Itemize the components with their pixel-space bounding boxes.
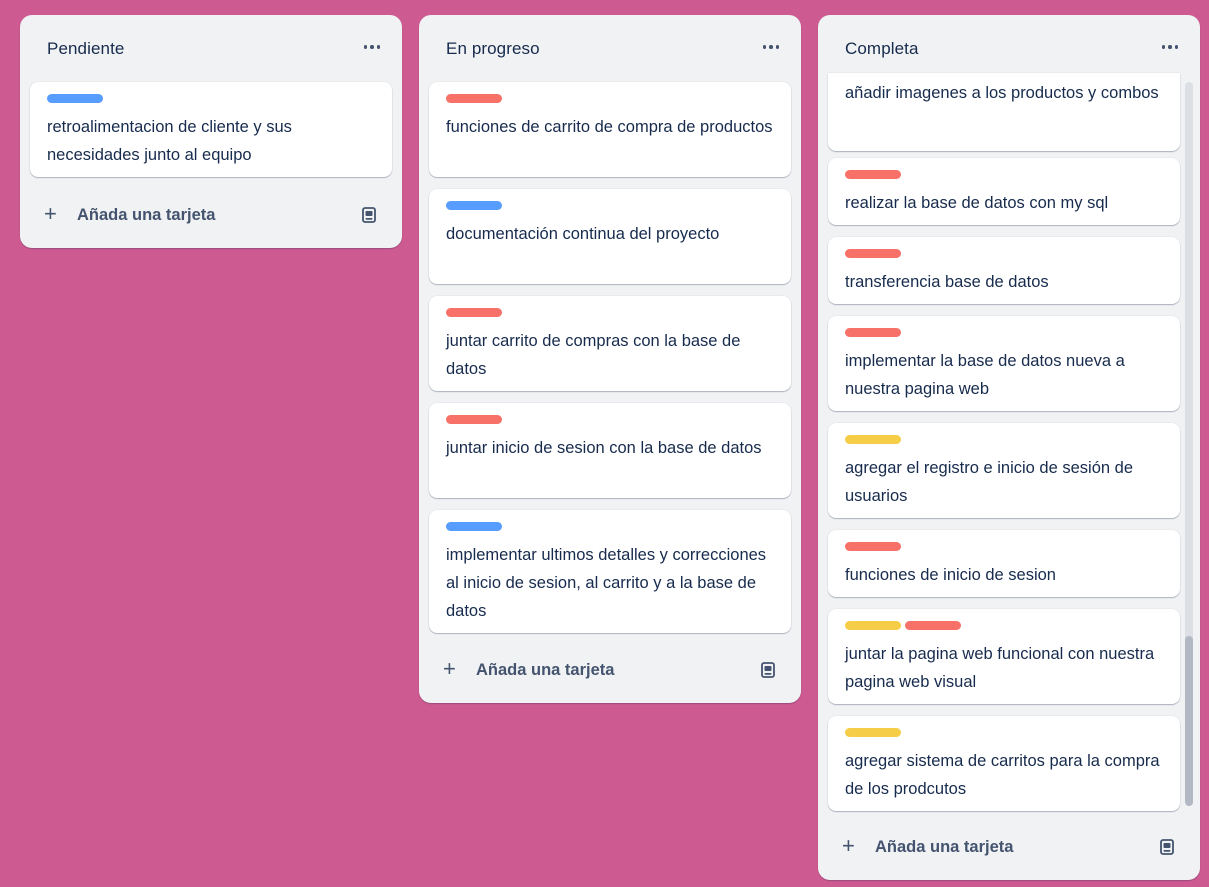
add-card-button[interactable]: + Añada una tarjeta xyxy=(828,829,1190,865)
label-red[interactable] xyxy=(446,94,502,103)
card[interactable]: funciones de carrito de compra de produc… xyxy=(429,82,791,177)
card-template-icon[interactable] xyxy=(1158,838,1176,856)
card-title: agregar sistema de carritos para la comp… xyxy=(845,752,1160,798)
label-red[interactable] xyxy=(446,415,502,424)
card-title: juntar inicio de sesion con la base de d… xyxy=(446,439,762,457)
label-yellow[interactable] xyxy=(845,435,901,444)
list-title[interactable]: Completa xyxy=(845,39,919,59)
card-labels xyxy=(47,94,103,103)
card[interactable]: agregar sistema de carritos para la comp… xyxy=(828,716,1180,811)
card-template-icon[interactable] xyxy=(360,206,378,224)
card-labels xyxy=(446,201,502,210)
card-labels xyxy=(845,249,901,258)
card[interactable]: juntar carrito de compras con la base de… xyxy=(429,296,791,391)
card-labels xyxy=(446,415,502,424)
card[interactable]: implementar la base de datos nueva a nue… xyxy=(828,316,1180,411)
label-blue[interactable] xyxy=(47,94,103,103)
card[interactable]: transferencia base de datos xyxy=(828,237,1180,304)
card-title: funciones de inicio de sesion xyxy=(845,566,1056,584)
card-labels xyxy=(446,94,502,103)
card-template-icon[interactable] xyxy=(759,661,777,679)
card-labels xyxy=(845,170,901,179)
card-labels xyxy=(845,542,901,551)
card[interactable]: retroalimentacion de cliente y sus neces… xyxy=(30,82,392,177)
card-title: implementar la base de datos nueva a nue… xyxy=(845,352,1125,398)
list-title[interactable]: Pendiente xyxy=(47,39,124,59)
card[interactable]: juntar inicio de sesion con la base de d… xyxy=(429,403,791,498)
board: Pendiente retroalimentacion de cliente y… xyxy=(0,0,1209,887)
card[interactable]: juntar la pagina web funcional con nuest… xyxy=(828,609,1180,704)
list-header[interactable]: Pendiente xyxy=(20,15,402,79)
label-red[interactable] xyxy=(845,542,901,551)
card-title: juntar carrito de compras con la base de… xyxy=(446,332,741,378)
card[interactable]: funciones de inicio de sesion xyxy=(828,530,1180,597)
add-card-button[interactable]: + Añada una tarjeta xyxy=(30,197,392,233)
list-en-progreso: En progreso funciones de carrito de comp… xyxy=(419,15,801,703)
card-title: documentación continua del proyecto xyxy=(446,225,720,243)
card[interactable]: realizar la base de datos con my sql xyxy=(828,158,1180,225)
plus-icon: + xyxy=(443,656,456,681)
card-title: transferencia base de datos xyxy=(845,273,1049,291)
card-labels xyxy=(446,308,502,317)
scrollbar-thumb[interactable] xyxy=(1185,636,1193,806)
card[interactable]: implementar ultimos detalles y correccio… xyxy=(429,510,791,633)
label-yellow[interactable] xyxy=(845,728,901,737)
card-labels xyxy=(446,522,502,531)
label-blue[interactable] xyxy=(446,201,502,210)
label-red[interactable] xyxy=(845,249,901,258)
plus-icon: + xyxy=(842,833,855,858)
card-labels xyxy=(845,435,901,444)
card-title: agregar el registro e inicio de sesión d… xyxy=(845,459,1134,505)
ellipsis-icon[interactable] xyxy=(1156,35,1184,59)
card-labels xyxy=(845,328,901,337)
plus-icon: + xyxy=(44,201,57,226)
label-red[interactable] xyxy=(905,621,961,630)
label-red[interactable] xyxy=(446,308,502,317)
label-blue[interactable] xyxy=(446,522,502,531)
card-title: juntar la pagina web funcional con nuest… xyxy=(845,645,1155,691)
card-title: retroalimentacion de cliente y sus neces… xyxy=(47,118,292,164)
card[interactable]: documentación continua del proyecto xyxy=(429,189,791,284)
card-title: realizar la base de datos con my sql xyxy=(845,194,1109,212)
card-title: implementar ultimos detalles y correccio… xyxy=(446,546,767,620)
list-header[interactable]: En progreso xyxy=(419,15,801,79)
add-card-label: Añada una tarjeta xyxy=(875,838,1014,856)
list-pendiente: Pendiente retroalimentacion de cliente y… xyxy=(20,15,402,248)
ellipsis-icon[interactable] xyxy=(757,35,785,59)
list-title[interactable]: En progreso xyxy=(446,39,540,59)
card-labels xyxy=(845,728,901,737)
card[interactable]: añadir imagenes a los productos y combos xyxy=(828,73,1180,151)
card-title: funciones de carrito de compra de produc… xyxy=(446,118,773,136)
label-red[interactable] xyxy=(845,328,901,337)
add-card-button[interactable]: + Añada una tarjeta xyxy=(429,652,791,688)
list-scrollbar[interactable] xyxy=(1185,82,1193,806)
card-title: añadir imagenes a los productos y combos xyxy=(845,84,1159,102)
add-card-label: Añada una tarjeta xyxy=(476,661,615,679)
add-card-label: Añada una tarjeta xyxy=(77,206,216,224)
ellipsis-icon[interactable] xyxy=(358,35,386,59)
label-red[interactable] xyxy=(845,170,901,179)
card-labels xyxy=(845,621,961,630)
list-header[interactable]: Completa xyxy=(818,15,1200,79)
label-yellow[interactable] xyxy=(845,621,901,630)
card[interactable]: agregar el registro e inicio de sesión d… xyxy=(828,423,1180,518)
list-completa: Completa añadir imagenes a los productos… xyxy=(818,15,1200,880)
